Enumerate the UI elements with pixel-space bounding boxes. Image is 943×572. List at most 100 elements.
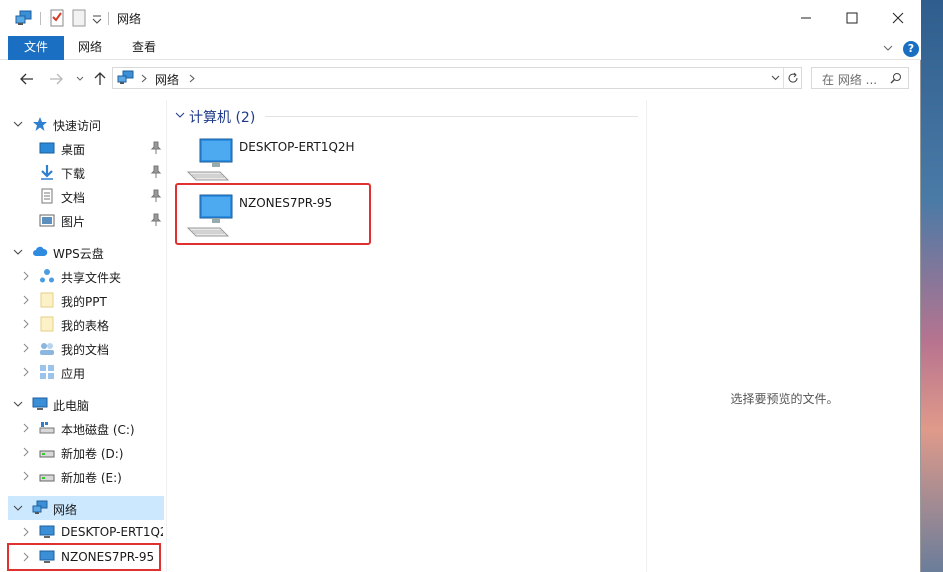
sidebar-item-drive-e[interactable]: 新加卷 (E:) (8, 464, 164, 488)
sidebar-item-desktop[interactable]: 桌面 (8, 136, 164, 160)
address-history-button[interactable] (767, 68, 783, 88)
sidebar-item-this-pc[interactable]: 此电脑 (8, 392, 164, 416)
forward-button[interactable] (46, 69, 66, 89)
sidebar-item-label: 文档 (61, 191, 86, 205)
sidebar-item-label: 快速访问 (53, 119, 102, 133)
sidebar-item-downloads[interactable]: 下载 (8, 160, 164, 184)
chevron-right-icon[interactable] (20, 342, 32, 354)
up-button[interactable] (90, 69, 110, 89)
customize-toolbar-icon[interactable] (91, 9, 103, 27)
share-icon (40, 269, 54, 283)
sidebar-item-label: 应用 (61, 367, 86, 381)
chevron-right-icon[interactable] (20, 446, 32, 458)
maximize-button[interactable] (829, 0, 875, 36)
new-folder-icon[interactable] (72, 9, 86, 27)
back-arrow-icon (20, 73, 33, 85)
drive-icon (39, 450, 55, 458)
cloud-icon (33, 246, 48, 256)
sidebar-item-label: 共享文件夹 (61, 271, 122, 285)
pin-icon[interactable] (150, 141, 162, 155)
close-icon (892, 12, 904, 24)
search-box[interactable]: 在 网络 ... (811, 67, 909, 89)
chevron-down-icon[interactable] (12, 502, 24, 514)
chevron-down-icon[interactable] (175, 111, 185, 119)
preview-placeholder: 选择要预览的文件。 (730, 392, 839, 406)
sidebar-item-drive-d[interactable]: 新加卷 (D:) (8, 440, 164, 464)
network-app-icon (15, 10, 32, 25)
computer-item-desktop-ert1q2h[interactable]: DESKTOP-ERT1Q2H (186, 136, 386, 186)
address-bar[interactable]: 网络 (112, 67, 802, 89)
pin-icon[interactable] (150, 165, 162, 179)
forward-arrow-icon (50, 73, 63, 85)
group-header-computers[interactable]: 计算机 (2) (175, 106, 638, 126)
pin-icon[interactable] (150, 189, 162, 203)
refresh-button[interactable] (783, 68, 801, 88)
titlebar-separator (40, 12, 41, 25)
computer-name: DESKTOP-ERT1Q2H (239, 140, 355, 154)
recent-locations-button[interactable] (70, 69, 90, 89)
folder-icon (40, 316, 54, 332)
sidebar-item-my-sheets[interactable]: 我的表格 (8, 312, 164, 336)
folder-icon (40, 292, 54, 308)
chevron-right-icon[interactable] (20, 422, 32, 434)
back-button[interactable] (17, 69, 37, 89)
sidebar-item-label: DESKTOP-ERT1Q2H (61, 525, 163, 539)
chevron-right-icon[interactable] (20, 294, 32, 306)
breadcrumb-chevron-icon[interactable] (141, 74, 147, 83)
chevron-right-icon[interactable] (20, 270, 32, 282)
apps-icon (40, 365, 54, 379)
star-icon (33, 117, 47, 131)
people-icon (40, 343, 54, 355)
breadcrumb-chevron-icon[interactable] (189, 74, 195, 83)
sidebar-item-label: 图片 (61, 215, 86, 229)
search-icon[interactable] (890, 72, 902, 84)
sidebar-item-label: WPS云盘 (53, 247, 104, 261)
title-bar: 网络 (0, 0, 921, 36)
breadcrumb-network[interactable]: 网络 (155, 71, 179, 88)
sidebar-item-shared-folder[interactable]: 共享文件夹 (8, 264, 164, 288)
chevron-right-icon[interactable] (20, 526, 32, 538)
minimize-button[interactable] (783, 0, 829, 36)
expand-ribbon-icon[interactable] (883, 44, 893, 52)
sidebar-item-label: 新加卷 (E:) (61, 471, 122, 485)
tab-view[interactable]: 查看 (116, 36, 172, 60)
sidebar-item-quick-access[interactable]: 快速访问 (8, 112, 164, 136)
chevron-down-icon[interactable] (12, 118, 24, 130)
pin-icon[interactable] (150, 213, 162, 227)
chevron-right-icon[interactable] (20, 470, 32, 482)
sidebar-item-network[interactable]: 网络 (8, 496, 164, 520)
sidebar-item-my-docs[interactable]: 我的文档 (8, 336, 164, 360)
sidebar-item-drive-c[interactable]: 本地磁盘 (C:) (8, 416, 164, 440)
chevron-down-icon[interactable] (12, 398, 24, 410)
drive-icon (39, 474, 55, 482)
sidebar-item-label: 新加卷 (D:) (61, 447, 124, 461)
computer-icon (39, 550, 55, 563)
tab-file[interactable]: 文件 (8, 36, 64, 60)
sidebar-item-wps-cloud[interactable]: WPS云盘 (8, 240, 164, 264)
chevron-right-icon[interactable] (20, 551, 32, 563)
sidebar-item-nzones7pr-95[interactable]: NZONES7PR-95 (7, 543, 161, 571)
navigation-pane: 快速访问 桌面 下载 文档 图片 WPS云盘 共享文件夹 我的PPT 我的表格 … (7, 100, 166, 572)
sidebar-item-documents[interactable]: 文档 (8, 184, 164, 208)
picture-icon (39, 214, 55, 227)
close-button[interactable] (875, 0, 921, 36)
chevron-right-icon[interactable] (20, 318, 32, 330)
sidebar-item-desktop-ert1q2h[interactable]: DESKTOP-ERT1Q2H (8, 520, 164, 544)
titlebar-separator (108, 12, 109, 25)
help-icon[interactable]: ? (903, 41, 919, 57)
sidebar-item-label: 我的文档 (61, 343, 110, 357)
sidebar-item-apps[interactable]: 应用 (8, 360, 164, 384)
sidebar-item-pictures[interactable]: 图片 (8, 208, 164, 232)
sidebar-item-label: 本地磁盘 (C:) (61, 423, 135, 437)
computer-icon (39, 525, 55, 538)
tab-network[interactable]: 网络 (64, 36, 116, 60)
chevron-down-icon[interactable] (12, 246, 24, 258)
chevron-right-icon[interactable] (20, 366, 32, 378)
sidebar-item-my-ppt[interactable]: 我的PPT (8, 288, 164, 312)
sidebar-item-label: 我的PPT (61, 295, 107, 309)
chevron-down-icon (771, 75, 779, 81)
annotation-highlight-box (175, 183, 371, 245)
system-drive-icon (39, 422, 55, 434)
properties-icon[interactable] (50, 9, 64, 27)
desktop-background (921, 0, 943, 572)
